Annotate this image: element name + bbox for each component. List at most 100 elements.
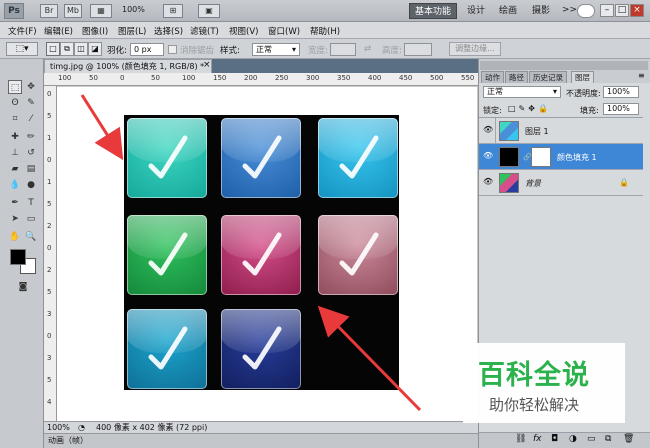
fill-input[interactable]: 100% [603,103,639,115]
clone-stamp-tool-icon[interactable]: ⊥ [8,146,22,160]
feather-label: 羽化: [107,46,127,56]
eraser-tool-icon[interactable]: ▰ [8,162,22,176]
menu-layer[interactable]: 图层(L) [118,25,146,37]
layer-row[interactable]: 👁 图层 1 [479,118,643,144]
checkmark-icon-tile [127,118,207,198]
layer-mask-thumbnail [531,147,551,167]
layer-name[interactable]: 背景 [525,178,541,189]
antialias-label: 消除锯齿 [180,46,215,56]
view-extras-button[interactable]: ▦ [90,4,112,18]
menu-filter[interactable]: 滤镜(T) [190,25,219,37]
refine-edge-button[interactable]: 调整边缘... [449,42,501,56]
menu-help[interactable]: 帮助(H) [310,25,340,37]
move-tool-icon[interactable]: ✥ [24,80,38,94]
checkmark-icon-tile [318,118,398,198]
cs-live-icon[interactable] [577,4,595,18]
visibility-eye-icon[interactable]: 👁 [483,178,493,186]
antialias-checkbox[interactable] [168,45,177,54]
ruler-tick-label: 1 [47,178,52,186]
layer-row-selected[interactable]: 👁 🔗 颜色填充 1 [479,144,643,170]
close-button[interactable]: × [630,4,644,17]
link-layers-icon[interactable]: ⛓ [515,434,526,444]
layer-name[interactable]: 图层 1 [525,126,549,137]
blur-tool-icon[interactable]: 💧 [8,178,22,192]
workspace-painting[interactable]: 绘画 [494,3,522,19]
menu-image[interactable]: 图像(I) [82,25,108,37]
menu-edit[interactable]: 编辑(E) [44,25,73,37]
status-info-icon[interactable]: ◔ [78,422,85,433]
blend-mode-select[interactable]: 正常 ▾ [483,86,561,98]
dodge-tool-icon[interactable]: ● [24,178,38,192]
height-input[interactable] [404,43,432,56]
layer-row[interactable]: 👁 背景 🔒 [479,170,643,196]
workspace-photography[interactable]: 摄影 [527,3,555,19]
healing-brush-tool-icon[interactable]: ✚ [8,130,22,144]
feather-input[interactable]: 0 px [130,43,164,56]
subtract-selection-icon[interactable]: ◫ [74,42,88,56]
lasso-tool-icon[interactable]: ʘ [8,96,22,110]
gradient-tool-icon[interactable]: ▤ [24,162,38,176]
workspace-design[interactable]: 设计 [462,3,490,19]
swap-icon[interactable]: ⇄ [364,44,371,54]
foreground-color-front[interactable] [10,249,26,265]
trash-icon[interactable]: 🗑 [623,434,634,444]
status-zoom[interactable]: 100% [47,422,70,433]
brush-tool-icon[interactable]: ✏ [24,130,38,144]
type-tool-icon[interactable]: T [24,196,38,210]
visibility-eye-icon[interactable]: 👁 [483,152,493,160]
new-selection-icon[interactable]: □ [46,42,60,56]
path-selection-tool-icon[interactable]: ➤ [8,212,22,226]
lock-icons[interactable]: □✎✥🔒 [508,104,551,113]
visibility-eye-icon[interactable]: 👁 [483,126,493,134]
eyedropper-tool-icon[interactable]: ⁄ [24,112,38,126]
animation-tab[interactable]: 动画（帧） [48,434,88,448]
ruler-tick-label: 50 [89,74,98,82]
tab-history[interactable]: 历史记录 [529,71,567,83]
checkmark-icon [242,135,282,179]
document-tab[interactable]: timg.jpg @ 100% (颜色填充 1, RGB/8) * [44,59,212,73]
height-label: 高度: [382,46,402,56]
ruler-tick-label: 200 [244,74,258,82]
width-input[interactable] [330,43,356,56]
tool-preset-picker[interactable]: ⬚▾ [6,42,38,56]
arrange-documents-button[interactable]: ⊞ [163,4,183,18]
style-select[interactable]: 正常 ▾ [252,43,300,56]
zoom-tool-icon[interactable]: 🔍 [24,230,38,244]
tab-layers[interactable]: 图层 [571,71,594,83]
tab-actions[interactable]: 动作 [481,71,504,83]
zoom-level[interactable]: 100% [122,5,145,14]
new-group-icon[interactable]: ▭ [587,434,596,444]
pen-tool-icon[interactable]: ✒ [8,196,22,210]
ruler-tick-label: 0 [47,90,52,98]
panel-menu-icon[interactable]: ≡ [638,71,645,80]
add-selection-icon[interactable]: ⧉ [60,42,74,56]
maximize-button[interactable]: □ [615,4,629,17]
layer-name[interactable]: 颜色填充 1 [557,152,597,163]
history-brush-tool-icon[interactable]: ↺ [24,146,38,160]
mini-bridge-button[interactable]: Mb [64,4,82,18]
minimize-button[interactable]: – [600,4,614,17]
intersect-selection-icon[interactable]: ◪ [88,42,102,56]
menu-window[interactable]: 窗口(W) [268,25,300,37]
menu-select[interactable]: 选择(S) [154,25,183,37]
marquee-tool-icon[interactable]: ⬚ [8,80,22,94]
close-document-icon[interactable]: × [203,60,211,70]
checkmark-icon [339,135,379,179]
shape-tool-icon[interactable]: ▭ [24,212,38,226]
tab-paths[interactable]: 路径 [505,71,528,83]
quick-select-tool-icon[interactable]: ✎ [24,96,38,110]
opacity-input[interactable]: 100% [603,86,639,98]
quick-mask-icon[interactable]: ◙ [16,280,30,294]
bridge-button[interactable]: Br [40,4,58,18]
fx-icon[interactable]: fx [533,434,542,444]
screen-mode-button[interactable]: ▣ [198,4,220,18]
hand-tool-icon[interactable]: ✋ [8,230,22,244]
workspace-essentials[interactable]: 基本功能 [409,3,458,19]
menu-view[interactable]: 视图(V) [229,25,258,37]
adjustment-layer-icon[interactable]: ◑ [569,434,577,444]
ruler-tick-label: 450 [399,74,413,82]
new-layer-icon[interactable]: ⧉ [605,434,611,444]
crop-tool-icon[interactable]: ⌗ [8,112,22,126]
add-mask-icon[interactable]: ◘ [551,434,558,444]
menu-file[interactable]: 文件(F) [8,25,37,37]
